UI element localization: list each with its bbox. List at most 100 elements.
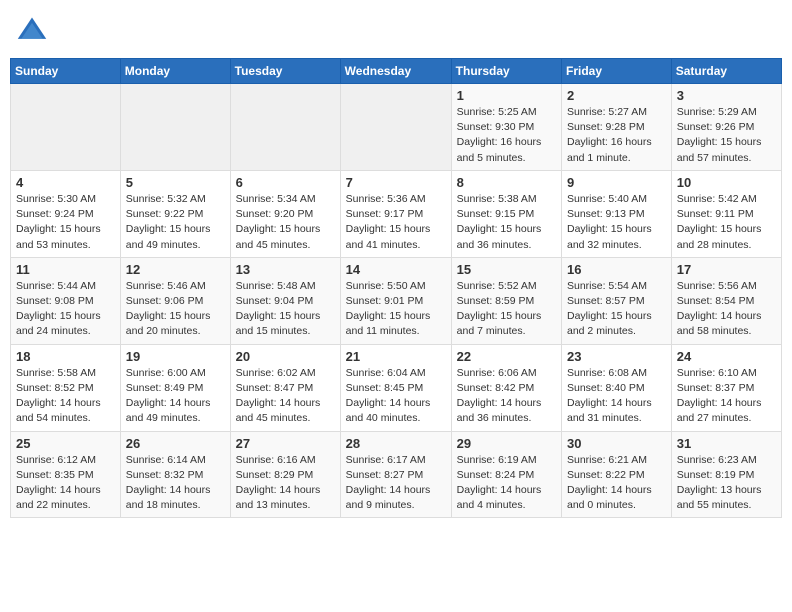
day-info: Sunrise: 5:52 AMSunset: 8:59 PMDaylight:…: [457, 279, 556, 340]
day-number: 8: [457, 175, 556, 190]
day-number: 13: [236, 262, 335, 277]
col-header-wednesday: Wednesday: [340, 59, 451, 84]
day-number: 25: [16, 436, 115, 451]
day-info: Sunrise: 6:12 AMSunset: 8:35 PMDaylight:…: [16, 453, 115, 514]
calendar-cell: 23Sunrise: 6:08 AMSunset: 8:40 PMDayligh…: [562, 344, 672, 431]
calendar-cell: [340, 84, 451, 171]
day-info: Sunrise: 5:54 AMSunset: 8:57 PMDaylight:…: [567, 279, 666, 340]
day-info: Sunrise: 6:16 AMSunset: 8:29 PMDaylight:…: [236, 453, 335, 514]
calendar-cell: [230, 84, 340, 171]
day-info: Sunrise: 6:19 AMSunset: 8:24 PMDaylight:…: [457, 453, 556, 514]
day-info: Sunrise: 5:56 AMSunset: 8:54 PMDaylight:…: [677, 279, 776, 340]
calendar-cell: 26 Sunrise: 6:14 AMSunset: 8:32 PMDayligh…: [120, 431, 230, 518]
day-number: 14: [346, 262, 446, 277]
calendar-week-5: 25 Sunrise: 6:12 AMSunset: 8:35 PMDayligh…: [11, 431, 782, 518]
day-number: 11: [16, 262, 115, 277]
day-info: Sunrise: 5:40 AMSunset: 9:13 PMDaylight:…: [567, 192, 666, 253]
day-number: 5: [126, 175, 225, 190]
col-header-saturday: Saturday: [671, 59, 781, 84]
day-number: 18: [16, 349, 115, 364]
col-header-friday: Friday: [562, 59, 672, 84]
day-info: Sunrise: 5:44 AMSunset: 9:08 PMDaylight:…: [16, 279, 115, 340]
logo-icon: [16, 14, 48, 46]
day-info: Sunrise: 5:38 AMSunset: 9:15 PMDaylight:…: [457, 192, 556, 253]
day-info: Sunrise: 5:27 AMSunset: 9:28 PMDaylight:…: [567, 105, 666, 166]
calendar-cell: 20Sunrise: 6:02 AMSunset: 8:47 PMDayligh…: [230, 344, 340, 431]
day-number: 26: [126, 436, 225, 451]
day-info: Sunrise: 6:02 AMSunset: 8:47 PMDaylight:…: [236, 366, 335, 427]
day-number: 6: [236, 175, 335, 190]
day-number: 3: [677, 88, 776, 103]
calendar-cell: 8 Sunrise: 5:38 AMSunset: 9:15 PMDaylight…: [451, 170, 561, 257]
day-info: Sunrise: 6:21 AMSunset: 8:22 PMDaylight:…: [567, 453, 666, 514]
calendar-table: SundayMondayTuesdayWednesdayThursdayFrid…: [10, 58, 782, 518]
day-number: 16: [567, 262, 666, 277]
calendar-cell: 2 Sunrise: 5:27 AMSunset: 9:28 PMDaylight…: [562, 84, 672, 171]
calendar-cell: 30 Sunrise: 6:21 AMSunset: 8:22 PMDayligh…: [562, 431, 672, 518]
calendar-cell: [120, 84, 230, 171]
calendar-header: SundayMondayTuesdayWednesdayThursdayFrid…: [11, 59, 782, 84]
calendar-week-3: 11 Sunrise: 5:44 AMSunset: 9:08 PMDayligh…: [11, 257, 782, 344]
calendar-cell: 21Sunrise: 6:04 AMSunset: 8:45 PMDayligh…: [340, 344, 451, 431]
day-number: 2: [567, 88, 666, 103]
calendar-cell: 10 Sunrise: 5:42 AMSunset: 9:11 PMDayligh…: [671, 170, 781, 257]
day-number: 21: [346, 349, 446, 364]
day-info: Sunrise: 5:25 AMSunset: 9:30 PMDaylight:…: [457, 105, 556, 166]
day-info: Sunrise: 5:30 AMSunset: 9:24 PMDaylight:…: [16, 192, 115, 253]
day-number: 24: [677, 349, 776, 364]
day-number: 29: [457, 436, 556, 451]
day-number: 9: [567, 175, 666, 190]
calendar-cell: 18 Sunrise: 5:58 AMSunset: 8:52 PMDayligh…: [11, 344, 121, 431]
calendar-body: 1 Sunrise: 5:25 AMSunset: 9:30 PMDaylight…: [11, 84, 782, 518]
calendar-cell: 6 Sunrise: 5:34 AMSunset: 9:20 PMDaylight…: [230, 170, 340, 257]
page-header: [10, 10, 782, 50]
day-info: Sunrise: 6:14 AMSunset: 8:32 PMDaylight:…: [126, 453, 225, 514]
day-number: 10: [677, 175, 776, 190]
day-number: 19: [126, 349, 225, 364]
day-info: Sunrise: 5:34 AMSunset: 9:20 PMDaylight:…: [236, 192, 335, 253]
day-number: 1: [457, 88, 556, 103]
calendar-cell: 17 Sunrise: 5:56 AMSunset: 8:54 PMDayligh…: [671, 257, 781, 344]
calendar-cell: 11 Sunrise: 5:44 AMSunset: 9:08 PMDayligh…: [11, 257, 121, 344]
calendar-cell: [11, 84, 121, 171]
day-info: Sunrise: 6:17 AMSunset: 8:27 PMDaylight:…: [346, 453, 446, 514]
day-info: Sunrise: 6:06 AMSunset: 8:42 PMDaylight:…: [457, 366, 556, 427]
calendar-cell: 5 Sunrise: 5:32 AMSunset: 9:22 PMDaylight…: [120, 170, 230, 257]
day-info: Sunrise: 5:50 AMSunset: 9:01 PMDaylight:…: [346, 279, 446, 340]
day-info: Sunrise: 5:32 AMSunset: 9:22 PMDaylight:…: [126, 192, 225, 253]
day-info: Sunrise: 6:23 AMSunset: 8:19 PMDaylight:…: [677, 453, 776, 514]
calendar-cell: 1 Sunrise: 5:25 AMSunset: 9:30 PMDaylight…: [451, 84, 561, 171]
day-info: Sunrise: 6:08 AMSunset: 8:40 PMDaylight:…: [567, 366, 666, 427]
day-info: Sunrise: 5:46 AMSunset: 9:06 PMDaylight:…: [126, 279, 225, 340]
calendar-week-1: 1 Sunrise: 5:25 AMSunset: 9:30 PMDaylight…: [11, 84, 782, 171]
day-info: Sunrise: 5:58 AMSunset: 8:52 PMDaylight:…: [16, 366, 115, 427]
day-number: 12: [126, 262, 225, 277]
calendar-cell: 15 Sunrise: 5:52 AMSunset: 8:59 PMDayligh…: [451, 257, 561, 344]
calendar-cell: 9 Sunrise: 5:40 AMSunset: 9:13 PMDaylight…: [562, 170, 672, 257]
day-info: Sunrise: 5:36 AMSunset: 9:17 PMDaylight:…: [346, 192, 446, 253]
calendar-cell: 25 Sunrise: 6:12 AMSunset: 8:35 PMDayligh…: [11, 431, 121, 518]
calendar-cell: 29 Sunrise: 6:19 AMSunset: 8:24 PMDayligh…: [451, 431, 561, 518]
day-info: Sunrise: 6:00 AMSunset: 8:49 PMDaylight:…: [126, 366, 225, 427]
calendar-cell: 12 Sunrise: 5:46 AMSunset: 9:06 PMDayligh…: [120, 257, 230, 344]
calendar-cell: 28 Sunrise: 6:17 AMSunset: 8:27 PMDayligh…: [340, 431, 451, 518]
day-number: 27: [236, 436, 335, 451]
day-number: 15: [457, 262, 556, 277]
day-number: 17: [677, 262, 776, 277]
day-number: 7: [346, 175, 446, 190]
calendar-cell: 14 Sunrise: 5:50 AMSunset: 9:01 PMDayligh…: [340, 257, 451, 344]
day-number: 22: [457, 349, 556, 364]
calendar-cell: 3 Sunrise: 5:29 AMSunset: 9:26 PMDaylight…: [671, 84, 781, 171]
calendar-cell: 27 Sunrise: 6:16 AMSunset: 8:29 PMDayligh…: [230, 431, 340, 518]
day-number: 28: [346, 436, 446, 451]
day-info: Sunrise: 6:10 AMSunset: 8:37 PMDaylight:…: [677, 366, 776, 427]
day-info: Sunrise: 5:48 AMSunset: 9:04 PMDaylight:…: [236, 279, 335, 340]
day-info: Sunrise: 5:29 AMSunset: 9:26 PMDaylight:…: [677, 105, 776, 166]
col-header-monday: Monday: [120, 59, 230, 84]
day-info: Sunrise: 5:42 AMSunset: 9:11 PMDaylight:…: [677, 192, 776, 253]
calendar-cell: 19 Sunrise: 6:00 AMSunset: 8:49 PMDayligh…: [120, 344, 230, 431]
col-header-sunday: Sunday: [11, 59, 121, 84]
calendar-cell: 22 Sunrise: 6:06 AMSunset: 8:42 PMDayligh…: [451, 344, 561, 431]
day-number: 31: [677, 436, 776, 451]
day-number: 30: [567, 436, 666, 451]
